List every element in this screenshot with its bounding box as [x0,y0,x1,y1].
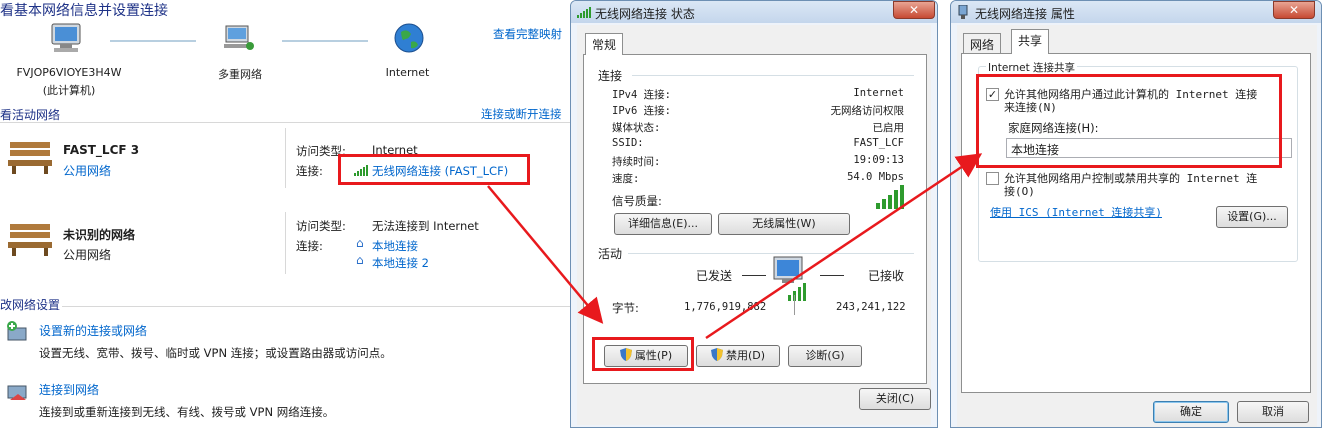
signal-strength-icon [876,185,904,209]
close-button[interactable]: 关闭(C) [859,388,931,410]
network-type: 公用网络 [63,248,112,262]
received-label: 已接收 [868,269,905,283]
connect-disconnect-link[interactable]: 连接或断开连接 [481,106,562,122]
network-name: FAST_LCF 3 [63,143,140,157]
internet-label: Internet [385,66,430,79]
row-value: 19:09:13 [853,154,904,166]
row-label: IPv6 连接: [612,105,671,117]
network-sharing-center: 看基本网络信息并设置连接 查看完整映射 FVJOP6VIOYE3H4W (此计算… [0,0,570,428]
network-activity-icon [773,256,806,301]
tab-sharing[interactable]: 共享 [1011,29,1050,54]
bytes-sent: 1,776,919,882 [684,301,767,313]
setup-connection-link[interactable]: 设置新的连接或网络 [39,322,147,339]
ics-group-label: Internet 连接共享 [986,60,1078,75]
local-connection-link[interactable]: 本地连接 [372,238,418,254]
ok-button[interactable]: 确定 [1153,401,1229,423]
access-type-label: 访问类型: [296,219,346,233]
multi-network-icon [224,25,254,50]
shield-icon [710,348,723,361]
allow-control-text: 允许其他网络用户控制或禁用共享的 Internet 连 [1004,172,1258,185]
map-link-line [110,40,196,42]
connect-network-icon [7,385,27,400]
sharing-tab-page: Internet 连接共享 ✓ 允许其他网络用户通过此计算机的 Internet… [961,53,1311,393]
wifi-signal-icon [577,7,591,18]
close-icon[interactable]: ✕ [893,1,935,19]
task-description: 设置无线、宽带、拨号、临时或 VPN 连接；或设置路由器或访问点。 [39,346,392,360]
connection-label: 连接: [296,164,323,178]
properties-titlebar: 无线网络连接 属性 ✕ [951,1,1321,23]
row-value: FAST_LCF [853,137,904,149]
disable-button[interactable]: 禁用(D) [696,345,780,367]
local-connection-2-link[interactable]: 本地连接 2 [372,255,429,271]
activity-group-label: 活动 [598,247,623,261]
tab-network[interactable]: 网络 [963,33,1002,53]
computer-name: FVJOP6VIOYE3H4W [16,66,122,79]
properties-dialog-title: 无线网络连接 属性 [975,7,1075,21]
signal-quality-label: 信号质量: [612,194,662,208]
close-icon[interactable]: ✕ [1273,1,1315,19]
highlight-box [592,337,694,371]
row-label: 媒体状态: [612,122,661,134]
multi-network-label: 多重网络 [218,68,262,81]
computer-icon [51,23,81,52]
row-value: 无网络访问权限 [830,105,905,117]
map-link-line [282,40,368,42]
full-map-link[interactable]: 查看完整映射 [493,26,562,42]
allow-control-text-2: 接(O) [1004,185,1035,198]
status-titlebar: 无线网络连接 状态 ✕ [571,1,937,23]
general-tab-page: 连接 IPv4 连接: Internet IPv6 连接: 无网络访问权限 媒体… [583,54,927,384]
row-value: 54.0 Mbps [847,171,904,183]
status-client: 常规 连接 IPv4 连接: Internet IPv6 连接: 无网络访问权限… [577,25,931,425]
connect-to-network-link[interactable]: 连接到网络 [39,381,99,398]
task-description: 连接到或重新连接到无线、有线、拨号或 VPN 网络连接。 [39,405,335,419]
diagnose-button[interactable]: 诊断(G) [788,345,862,367]
wireless-properties-button[interactable]: 无线属性(W) [718,213,850,235]
divider [0,122,570,123]
row-value: Internet [853,87,904,99]
new-connection-icon [7,321,27,341]
ethernet-icon: ⌂ [356,236,364,250]
cancel-button[interactable]: 取消 [1237,401,1309,423]
bench-icon [8,224,52,256]
active-networks-heading: 看活动网络 [0,108,61,122]
status-dialog-title: 无线网络连接 状态 [595,7,695,21]
globe-icon [394,23,424,53]
ics-link[interactable]: 使用 ICS (Internet 连接共享) [990,204,1162,220]
access-type-value: 无法连接到 Internet [372,219,479,233]
status-dialog: 无线网络连接 状态 ✕ 常规 连接 IPv4 连接: Internet IPv6… [570,0,938,428]
disable-label: 禁用(D) [725,349,766,362]
bytes-label: 字节: [612,301,639,315]
highlight-box [976,74,1282,168]
network-type-link[interactable]: 公用网络 [63,162,111,179]
row-value: 已启用 [872,122,905,134]
network-name: 未识别的网络 [63,228,136,242]
tab-general[interactable]: 常规 [585,33,624,55]
sent-label: 已发送 [696,269,733,283]
network-icon [958,5,968,19]
settings-button[interactable]: 设置(G)... [1216,206,1288,228]
page-title: 看基本网络信息并设置连接 [0,3,168,19]
row-label: 速度: [612,173,640,185]
row-label: SSID: [612,137,644,149]
row-label: IPv4 连接: [612,89,671,101]
settings-heading: 改网络设置 [0,298,61,312]
properties-dialog: 无线网络连接 属性 ✕ 网络 共享 Internet 连接共享 ✓ 允许其他网络… [950,0,1322,428]
highlight-box [338,154,530,185]
bytes-received: 243,241,122 [836,301,906,313]
details-button[interactable]: 详细信息(E)... [614,213,712,235]
connection-group-label: 连接 [598,69,623,83]
properties-client: 网络 共享 Internet 连接共享 ✓ 允许其他网络用户通过此计算机的 In… [957,25,1317,427]
allow-control-checkbox[interactable] [986,172,999,185]
bench-icon [8,142,52,174]
ethernet-icon: ⌂ [356,253,364,267]
row-label: 持续时间: [612,156,661,168]
computer-subtitle: (此计算机) [42,84,96,97]
connection-label: 连接: [296,239,323,253]
